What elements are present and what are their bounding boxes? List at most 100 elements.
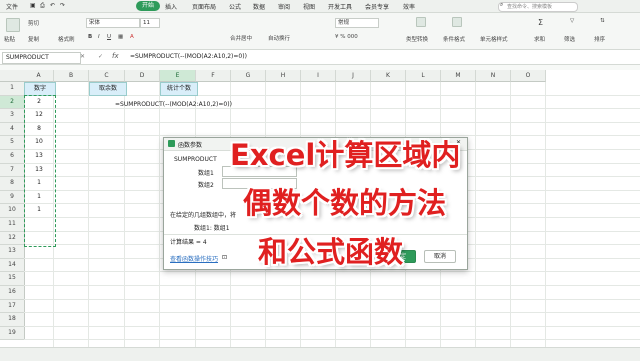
row-header-1[interactable]: 1: [0, 82, 25, 96]
row-header-12[interactable]: 12: [0, 231, 25, 246]
tab-member[interactable]: 会员专享: [365, 2, 389, 11]
file-menu[interactable]: 文件: [6, 2, 18, 11]
tab-insert[interactable]: 插入: [165, 2, 177, 11]
sort-button[interactable]: 排序: [594, 35, 605, 43]
help-expand-icon[interactable]: ⊡: [222, 254, 227, 261]
column-header-o[interactable]: O: [511, 70, 546, 82]
column-header-c[interactable]: C: [89, 70, 125, 82]
column-header-m[interactable]: M: [441, 70, 476, 82]
row-header-17[interactable]: 17: [0, 299, 25, 314]
tab-formulas[interactable]: 公式: [229, 2, 241, 11]
row-header-14[interactable]: 14: [0, 258, 25, 273]
tab-data[interactable]: 数据: [253, 2, 265, 11]
array1-label: 数组1: [198, 170, 214, 177]
row-header-11[interactable]: 11: [0, 218, 25, 232]
type-convert-button[interactable]: 类型转换: [406, 35, 428, 43]
copy-button[interactable]: 复制: [28, 35, 39, 43]
formula-bar: [0, 50, 640, 65]
search-icon: ⌕: [500, 1, 504, 8]
row-header-18[interactable]: 18: [0, 313, 25, 327]
editing-cell-c2[interactable]: =SUMPRODUCT(--(MOD(A2:A10,2)=0)): [115, 101, 232, 108]
font-size-select[interactable]: 11: [140, 18, 160, 28]
row-header-5[interactable]: 5: [0, 136, 25, 150]
column-gridline: [545, 82, 546, 347]
column-header-k[interactable]: K: [371, 70, 406, 82]
paste-button[interactable]: 粘贴: [4, 35, 15, 43]
format-painter-button[interactable]: 格式刷: [58, 35, 75, 43]
dialog-title: 函数参数: [178, 142, 203, 149]
tab-review[interactable]: 审阅: [278, 2, 290, 11]
sum-button[interactable]: 求和: [534, 35, 545, 43]
type-convert-icon[interactable]: [416, 17, 426, 27]
select-all-corner[interactable]: [0, 70, 25, 82]
name-box[interactable]: SUMPRODUCT: [2, 52, 81, 64]
cut-button[interactable]: 剪切: [28, 19, 39, 27]
column-header-a[interactable]: A: [24, 70, 54, 82]
currency-icon[interactable]: ¥ % 000: [335, 34, 358, 40]
dialog-app-icon: [168, 140, 175, 147]
row-header-16[interactable]: 16: [0, 286, 25, 300]
cell-e1[interactable]: 统计个数: [160, 82, 198, 96]
row-header-15[interactable]: 15: [0, 272, 25, 286]
command-search-input[interactable]: 查找命令、搜索模板: [498, 2, 578, 12]
underline-button[interactable]: U: [107, 34, 111, 40]
tab-page-layout[interactable]: 页面布局: [192, 2, 216, 11]
tab-home[interactable]: 开始: [136, 1, 161, 11]
wrap-text-button[interactable]: 自动换行: [268, 34, 290, 42]
conditional-format-button[interactable]: 条件格式: [443, 35, 465, 43]
filter-icon[interactable]: ▽: [570, 18, 574, 24]
paste-icon[interactable]: [6, 18, 20, 32]
column-header-i[interactable]: I: [301, 70, 336, 82]
row-header-7[interactable]: 7: [0, 163, 25, 178]
row-header-8[interactable]: 8: [0, 177, 25, 191]
row-header-2[interactable]: 2: [0, 95, 25, 110]
tab-view[interactable]: 视图: [303, 2, 315, 11]
italic-button[interactable]: I: [98, 34, 100, 40]
row-header-6[interactable]: 6: [0, 150, 25, 164]
bold-button[interactable]: B: [88, 34, 92, 40]
borders-icon[interactable]: ▦: [118, 34, 123, 40]
tab-efficiency[interactable]: 效率: [403, 2, 415, 11]
column-header-n[interactable]: N: [476, 70, 511, 82]
row-header-13[interactable]: 13: [0, 245, 25, 259]
cell-a1[interactable]: 数字: [24, 82, 56, 96]
column-header-f[interactable]: F: [196, 70, 231, 82]
row-header-4[interactable]: 4: [0, 122, 25, 137]
column-header-j[interactable]: J: [336, 70, 371, 82]
save-icon[interactable]: ▣: [30, 2, 36, 9]
overlay-title-line2: 偶数个数的方法: [243, 186, 447, 220]
filter-button[interactable]: 筛选: [564, 35, 575, 43]
row-header-3[interactable]: 3: [0, 109, 25, 123]
sum-icon[interactable]: Σ: [538, 18, 543, 27]
row-header-10[interactable]: 10: [0, 204, 25, 218]
fx-icon[interactable]: fx: [112, 52, 119, 60]
merge-center-button[interactable]: 合并居中: [230, 34, 252, 42]
cell-style-button[interactable]: 单元格样式: [480, 35, 508, 43]
cancel-edit-icon[interactable]: ✕: [80, 53, 85, 60]
row-header-9[interactable]: 9: [0, 190, 25, 205]
formula-input[interactable]: =SUMPRODUCT(--(MOD(A2:A10,2)=0)): [130, 52, 247, 62]
help-link[interactable]: 查看函数操作技巧: [170, 254, 218, 263]
cell-c1[interactable]: 取余数: [89, 82, 127, 96]
column-header-b[interactable]: B: [54, 70, 89, 82]
column-header-l[interactable]: L: [406, 70, 441, 82]
cancel-button[interactable]: 取消: [424, 250, 456, 263]
column-header-h[interactable]: H: [266, 70, 301, 82]
column-gridline: [159, 82, 160, 347]
column-header-d[interactable]: D: [125, 70, 160, 82]
print-icon[interactable]: ⎙: [40, 2, 45, 10]
confirm-edit-icon[interactable]: ✓: [98, 53, 103, 60]
row-header-19[interactable]: 19: [0, 326, 25, 341]
column-gridline: [475, 82, 476, 347]
undo-icon[interactable]: ↶: [50, 2, 55, 9]
column-header-g[interactable]: G: [231, 70, 266, 82]
font-select[interactable]: 宋体: [86, 18, 140, 28]
sort-icon[interactable]: ⇅: [600, 18, 605, 24]
font-color-icon[interactable]: A: [130, 34, 134, 40]
redo-icon[interactable]: ↷: [60, 2, 65, 9]
conditional-format-icon[interactable]: [452, 17, 462, 27]
number-format-select[interactable]: 常规: [335, 18, 379, 28]
tab-developer[interactable]: 开发工具: [328, 2, 352, 11]
menu-bar: 文件 ▣ ⎙ ↶ ↷ 开始 插入 页面布局 公式 数据 审阅 视图 开发工具 会…: [0, 0, 640, 13]
column-header-e[interactable]: E: [160, 70, 196, 82]
